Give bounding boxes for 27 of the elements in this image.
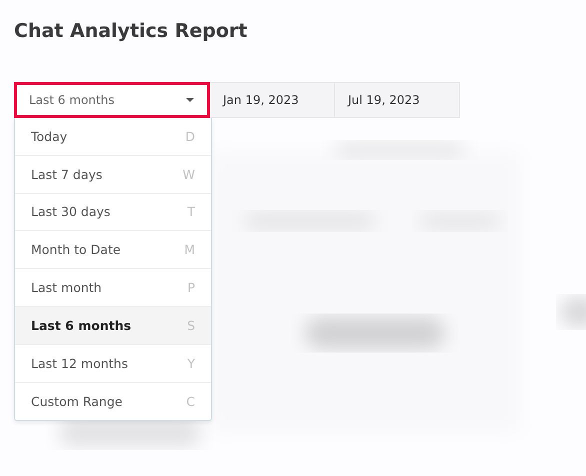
- caret-icon: [186, 98, 194, 102]
- menu-item[interactable]: Last 7 days W: [15, 156, 211, 194]
- menu-item[interactable]: Today D: [15, 118, 211, 156]
- shortcut-key: P: [187, 280, 195, 296]
- menu-item-label: Last 7 days: [31, 166, 102, 182]
- blurred-block: [560, 297, 586, 327]
- shortcut-key: C: [186, 394, 195, 409]
- menu-item-label: Last month: [31, 280, 102, 296]
- report-title: Chat Analytics Report: [13, 19, 248, 44]
- menu-item[interactable]: Last 30 days T: [15, 194, 211, 232]
- menu-item-label: Custom Range: [31, 394, 122, 409]
- menu-item-label: Month to Date: [31, 242, 121, 258]
- menu-item[interactable]: Last 12 months Y: [15, 344, 211, 383]
- menu-item-label: Today: [31, 128, 68, 144]
- menu-item-label: Last 12 months: [31, 356, 128, 371]
- shortcut-key: W: [182, 166, 195, 182]
- menu-item-label: Last 6 months: [31, 318, 132, 333]
- shortcut-key: T: [187, 204, 195, 220]
- menu-item[interactable]: Custom Range C: [15, 382, 211, 420]
- date-field[interactable]: Jul 19, 2023: [335, 82, 460, 118]
- shortcut-key: D: [185, 128, 195, 144]
- shortcut-key: Y: [187, 356, 195, 371]
- menu-item[interactable]: Month to Date M: [15, 231, 211, 270]
- range-dropdown[interactable]: Last 6 months: [14, 82, 210, 118]
- menu-item-label: Last 30 days: [31, 204, 110, 220]
- shortcut-key: M: [184, 242, 195, 258]
- date-field[interactable]: Jan 19, 2023: [210, 82, 335, 118]
